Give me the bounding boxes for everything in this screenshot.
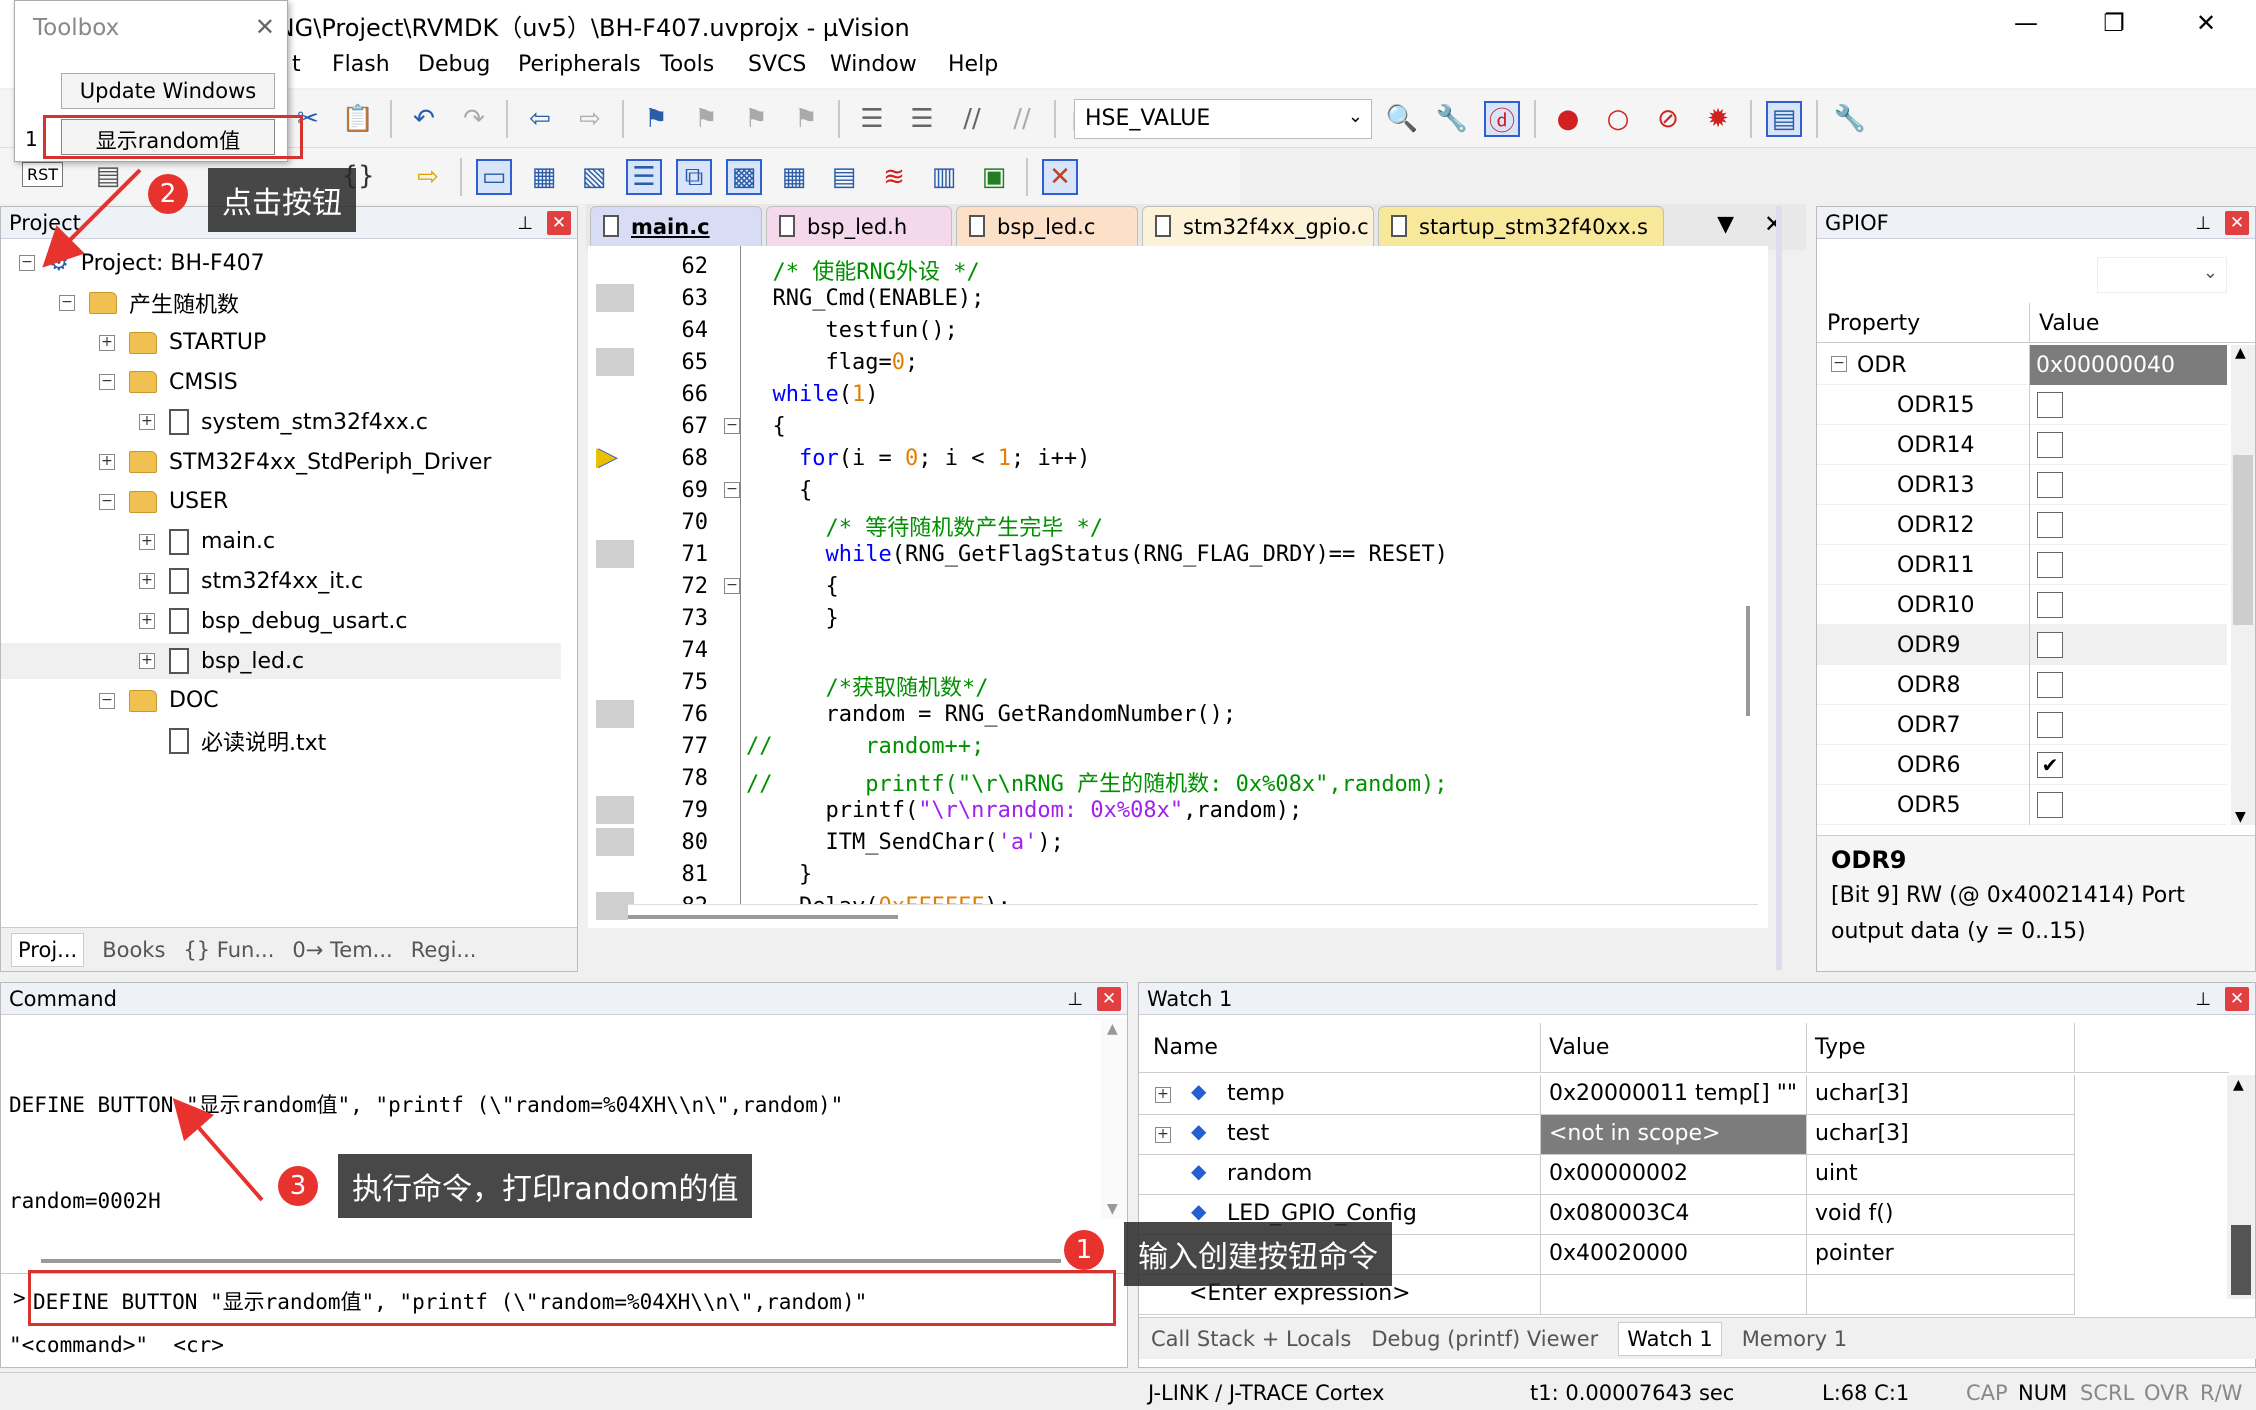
annotation-callout-3: 执行命令，打印random的值: [338, 1154, 753, 1218]
arrow-2: [42, 168, 142, 268]
arrow-3: [172, 1097, 264, 1202]
annotation-badge-2: 2: [148, 174, 188, 214]
annotation-callout-2: 点击按钮: [208, 168, 356, 232]
annotation-badge-1: 1: [1064, 1230, 1104, 1270]
annotation-badge-3: 3: [278, 1166, 318, 1206]
annotation-callout-1: 输入创建按钮命令: [1124, 1222, 1392, 1286]
